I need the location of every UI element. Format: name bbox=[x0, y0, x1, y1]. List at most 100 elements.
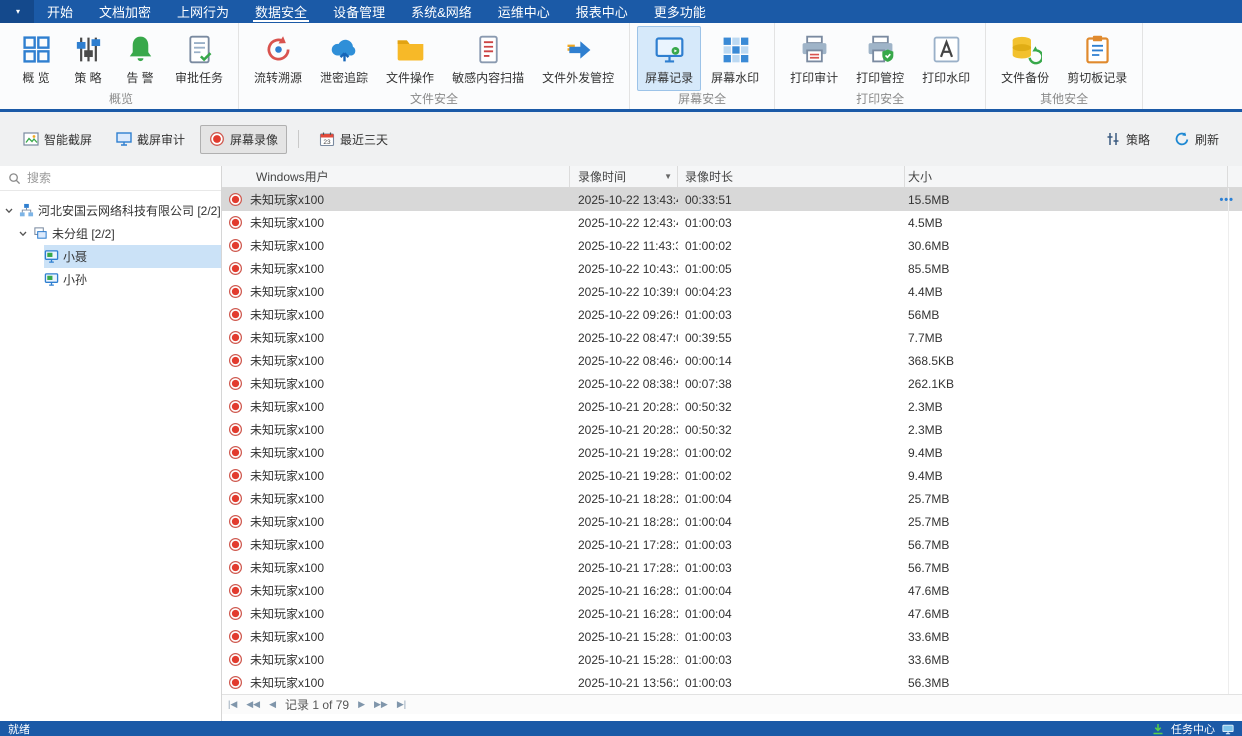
sidebar: 河北安国云网络科技有限公司 [2/2]未分组 [2/2]小聂小孙 bbox=[0, 166, 222, 721]
table-row[interactable]: 未知玩家x1002025-10-21 13:56:2201:00:0356.3M… bbox=[222, 671, 1242, 694]
last-page-button[interactable]: ▶| bbox=[397, 699, 406, 710]
ribbon-button-print-watermark[interactable]: 打印水印 bbox=[914, 26, 978, 91]
tree-item-terminal-xiaosun[interactable]: 小孙 bbox=[44, 268, 221, 291]
ribbon-button-policy[interactable]: 策 略 bbox=[63, 26, 113, 91]
table-row[interactable]: 未知玩家x1002025-10-22 13:43:4400:33:5115.5M… bbox=[222, 188, 1242, 211]
toolbar-button-capture-audit[interactable]: 截屏审计 bbox=[107, 125, 194, 154]
record-dot-icon bbox=[222, 422, 248, 437]
ribbon-button-label: 打印水印 bbox=[922, 69, 970, 86]
menu-tab-doc-encryption[interactable]: 文档加密 bbox=[86, 0, 164, 23]
prev-page-button[interactable]: ◀ bbox=[269, 699, 276, 710]
menu-tab-data-security[interactable]: 数据安全 bbox=[242, 0, 320, 23]
ribbon-button-alerts[interactable]: 告 警 bbox=[115, 26, 165, 91]
table-row[interactable]: 未知玩家x1002025-10-21 20:28:3700:50:322.3MB bbox=[222, 395, 1242, 418]
cell-windows-user: 未知玩家x100 bbox=[248, 651, 570, 668]
table-row[interactable]: 未知玩家x1002025-10-22 08:38:5700:07:38262.1… bbox=[222, 372, 1242, 395]
tree-item-company-root[interactable]: 河北安国云网络科技有限公司 [2/2] bbox=[2, 199, 221, 222]
cell-record-duration: 00:33:51 bbox=[678, 193, 905, 207]
menu-tab-report-center[interactable]: 报表中心 bbox=[563, 0, 641, 23]
table-row[interactable]: 未知玩家x1002025-10-21 15:28:1601:00:0333.6M… bbox=[222, 625, 1242, 648]
table-row[interactable]: 未知玩家x1002025-10-22 09:26:5901:00:0356MB bbox=[222, 303, 1242, 326]
ribbon-button-file-operations[interactable]: 文件操作 bbox=[378, 26, 442, 91]
menu-tab-start[interactable]: 开始 bbox=[34, 0, 86, 23]
cell-record-duration: 00:50:32 bbox=[678, 423, 905, 437]
chevron-down-icon[interactable] bbox=[2, 206, 15, 216]
tree-item-ungrouped[interactable]: 未分组 [2/2] bbox=[16, 222, 221, 245]
menu-tab-ops-center[interactable]: 运维中心 bbox=[485, 0, 563, 23]
toolbar-button-smart-capture[interactable]: 智能截屏 bbox=[14, 125, 101, 154]
table-row[interactable]: 未知玩家x1002025-10-21 20:28:3700:50:322.3MB bbox=[222, 418, 1242, 441]
table-row[interactable]: 未知玩家x1002025-10-21 17:28:2501:00:0356.7M… bbox=[222, 556, 1242, 579]
toolbar-button-screen-recording[interactable]: 屏幕录像 bbox=[200, 125, 287, 154]
cell-size: 33.6MB bbox=[905, 630, 1242, 644]
prev-fast-button[interactable]: ◀◀ bbox=[246, 699, 260, 710]
menu-tab-web-behavior[interactable]: 上网行为 bbox=[164, 0, 242, 23]
cell-record-duration: 01:00:04 bbox=[678, 607, 905, 621]
menu-tab-system-network[interactable]: 系统&网络 bbox=[398, 0, 485, 23]
ribbon-button-file-outgoing[interactable]: 文件外发管控 bbox=[534, 26, 622, 91]
next-page-button[interactable]: ▶ bbox=[358, 699, 365, 710]
table-header: Windows用户录像时间▼录像时长大小 bbox=[222, 166, 1242, 188]
column-header-record-time[interactable]: 录像时间▼ bbox=[570, 166, 678, 187]
ribbon-button-label: 敏感内容扫描 bbox=[452, 69, 524, 86]
ribbon-button-sensitive-scan[interactable]: 敏感内容扫描 bbox=[444, 26, 532, 91]
group-icon bbox=[33, 226, 48, 241]
ribbon-button-screen-record[interactable]: 屏幕记录 bbox=[637, 26, 701, 91]
ribbon-button-overview[interactable]: 概 览 bbox=[11, 26, 61, 91]
table-row[interactable]: 未知玩家x1002025-10-21 19:28:3401:00:029.4MB bbox=[222, 464, 1242, 487]
row-more-button[interactable]: ••• bbox=[1219, 188, 1234, 211]
first-page-button[interactable]: |◀ bbox=[228, 699, 237, 710]
table-row[interactable]: 未知玩家x1002025-10-22 11:43:3801:00:0230.6M… bbox=[222, 234, 1242, 257]
ribbon-button-print-audit[interactable]: 打印审计 bbox=[782, 26, 846, 91]
table-row[interactable]: 未知玩家x1002025-10-22 12:43:4101:00:034.5MB bbox=[222, 211, 1242, 234]
table-row[interactable]: 未知玩家x1002025-10-21 18:28:2901:00:0425.7M… bbox=[222, 510, 1242, 533]
column-header-size[interactable]: 大小 bbox=[905, 166, 1228, 187]
table-row[interactable]: 未知玩家x1002025-10-21 17:28:2501:00:0356.7M… bbox=[222, 533, 1242, 556]
search-input[interactable] bbox=[27, 171, 213, 185]
table-row[interactable]: 未知玩家x1002025-10-22 08:46:4800:00:14368.5… bbox=[222, 349, 1242, 372]
cell-record-duration: 00:50:32 bbox=[678, 400, 905, 414]
ribbon-button-flow-trace[interactable]: 流转溯源 bbox=[246, 26, 310, 91]
table-row[interactable]: 未知玩家x1002025-10-22 08:47:0300:39:557.7MB bbox=[222, 326, 1242, 349]
table-row[interactable]: 未知玩家x1002025-10-21 16:28:2001:00:0447.6M… bbox=[222, 579, 1242, 602]
record-count-label: 记录 1 of 79 bbox=[285, 696, 349, 713]
table-row[interactable]: 未知玩家x1002025-10-22 10:39:0900:04:234.4MB bbox=[222, 280, 1242, 303]
record-dot-icon bbox=[222, 284, 248, 299]
ribbon-button-leak-trace[interactable]: 泄密追踪 bbox=[312, 26, 376, 91]
column-header-record-duration[interactable]: 录像时长 bbox=[678, 166, 905, 187]
menu-tab-device-management[interactable]: 设备管理 bbox=[320, 0, 398, 23]
record-dot-icon bbox=[222, 583, 248, 598]
toolbar-button-policy[interactable]: 策略 bbox=[1096, 125, 1159, 154]
ribbon-button-clipboard-record[interactable]: 剪切板记录 bbox=[1059, 26, 1135, 91]
column-header-windows-user[interactable]: Windows用户 bbox=[222, 166, 570, 187]
cell-record-duration: 01:00:04 bbox=[678, 492, 905, 506]
table-row[interactable]: 未知玩家x1002025-10-21 16:28:2001:00:0447.6M… bbox=[222, 602, 1242, 625]
cell-size: 4.4MB bbox=[905, 285, 1242, 299]
toolbar-separator bbox=[298, 130, 299, 148]
cell-record-duration: 01:00:03 bbox=[678, 653, 905, 667]
ribbon-button-file-backup[interactable]: 文件备份 bbox=[993, 26, 1057, 91]
task-center-button[interactable]: 任务中心 bbox=[1171, 721, 1215, 736]
capture-audit-icon bbox=[116, 131, 132, 147]
table-row[interactable]: 未知玩家x1002025-10-22 10:43:3201:00:0585.5M… bbox=[222, 257, 1242, 280]
toolbar-button-refresh[interactable]: 刷新 bbox=[1165, 125, 1228, 154]
cell-record-duration: 01:00:03 bbox=[678, 676, 905, 690]
table-row[interactable]: 未知玩家x1002025-10-21 15:28:1601:00:0333.6M… bbox=[222, 648, 1242, 671]
ribbon-button-print-control[interactable]: 打印管控 bbox=[848, 26, 912, 91]
clipboard-record-icon bbox=[1081, 33, 1114, 66]
remote-screen-icon[interactable] bbox=[1222, 723, 1234, 735]
table-row[interactable]: 未知玩家x1002025-10-21 19:28:3401:00:029.4MB bbox=[222, 441, 1242, 464]
chevron-down-icon[interactable] bbox=[16, 229, 29, 239]
record-dot-icon bbox=[222, 675, 248, 690]
app-menu-button[interactable]: ▾ bbox=[0, 0, 34, 23]
cell-size: 9.4MB bbox=[905, 446, 1242, 460]
toolbar-button-last-three-days[interactable]: 23最近三天 bbox=[310, 125, 397, 154]
cell-size: 7.7MB bbox=[905, 331, 1242, 345]
menu-tab-more-features[interactable]: 更多功能 bbox=[641, 0, 719, 23]
table-row[interactable]: 未知玩家x1002025-10-21 18:28:2901:00:0425.7M… bbox=[222, 487, 1242, 510]
tree-item-terminal-xiaonie[interactable]: 小聂 bbox=[44, 245, 221, 268]
cell-record-duration: 00:39:55 bbox=[678, 331, 905, 345]
next-fast-button[interactable]: ▶▶ bbox=[374, 699, 388, 710]
ribbon-button-screen-watermark[interactable]: 屏幕水印 bbox=[703, 26, 767, 91]
ribbon-button-approval-tasks[interactable]: 审批任务 bbox=[167, 26, 231, 91]
